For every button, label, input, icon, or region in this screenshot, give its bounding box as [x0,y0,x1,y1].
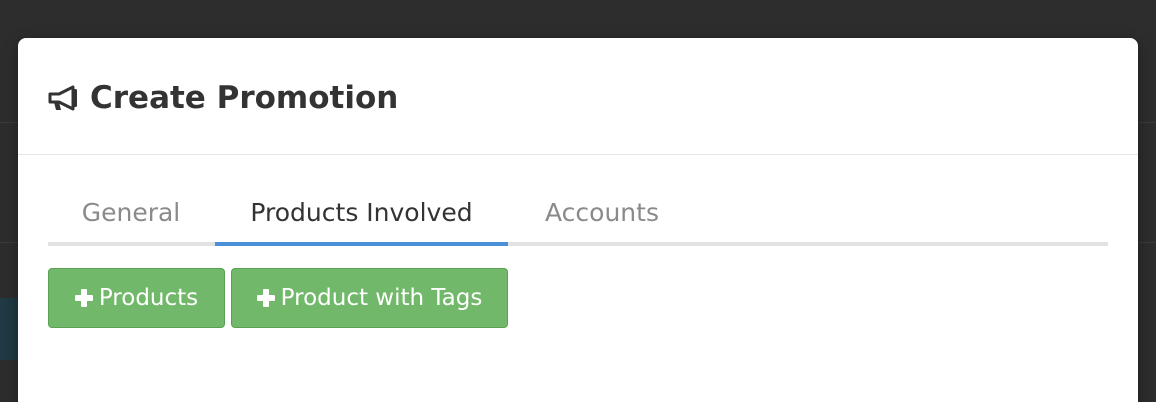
add-products-label: Products [98,285,199,311]
plus-icon [256,289,275,307]
plus-icon [74,289,93,307]
create-promotion-modal: Create Promotion General Products Involv… [18,38,1138,402]
tab-accounts[interactable]: Accounts [508,188,696,242]
bullhorn-icon [48,84,80,112]
tab-products-involved[interactable]: Products Involved [215,188,508,246]
promotion-tabs: General Products Involved Accounts [48,188,1108,246]
add-product-with-tags-label: Product with Tags [280,285,483,311]
modal-title-text: Create Promotion [90,80,399,116]
modal-title: Create Promotion [48,78,398,118]
backdrop-sidebar-fragment [0,298,18,360]
add-products-button[interactable]: Products [48,268,225,328]
modal-header: Create Promotion [18,38,1138,155]
tab-general[interactable]: General [48,188,214,242]
add-product-with-tags-button[interactable]: Product with Tags [231,268,508,328]
